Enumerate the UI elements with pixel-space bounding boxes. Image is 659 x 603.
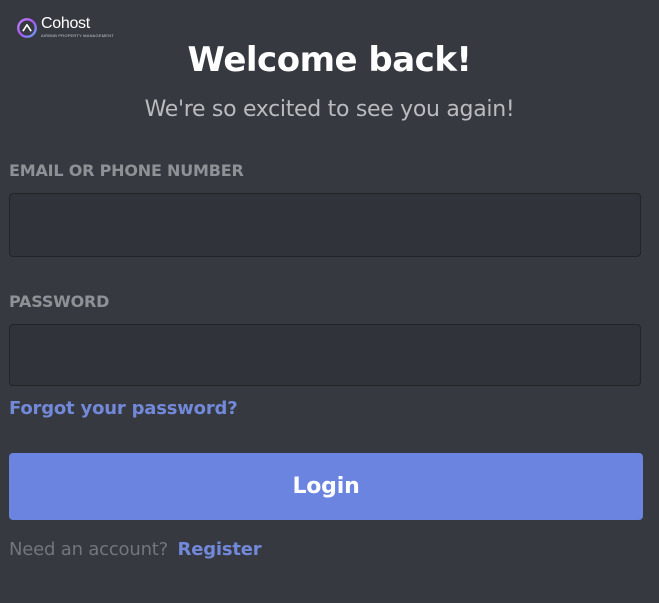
password-input[interactable] [9, 324, 641, 386]
forgot-password-link[interactable]: Forgot your password? [9, 398, 238, 419]
password-label: PASSWORD [9, 292, 110, 311]
page-title: Welcome back! [187, 40, 472, 80]
register-prompt: Need an account? [9, 539, 168, 560]
cohost-logo-icon [17, 18, 37, 38]
email-label: EMAIL OR PHONE NUMBER [9, 161, 244, 180]
brand-logo: Cohost AIRBNB PROPERTY MANAGEMENT [16, 16, 114, 39]
brand-name: Cohost [41, 15, 90, 32]
register-row: Need an account? Register [9, 539, 262, 560]
login-button[interactable]: Login [9, 453, 643, 520]
page-subtitle: We're so excited to see you again! [144, 97, 515, 122]
email-input[interactable] [9, 193, 641, 257]
register-link[interactable]: Register [178, 539, 262, 560]
brand-tagline: AIRBNB PROPERTY MANAGEMENT [41, 33, 114, 38]
